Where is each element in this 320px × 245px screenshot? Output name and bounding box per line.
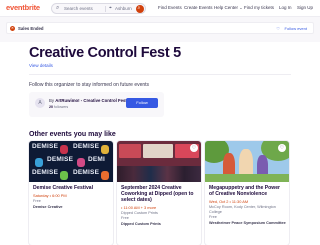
follow-event-link[interactable]: Follow event <box>285 26 307 31</box>
organizer-byline: By ArtRuwimo! - Creative Control Fest <box>49 98 127 103</box>
event-card-date: Saturday • 6:00 PM <box>33 193 67 198</box>
search-bar[interactable]: ⌕ Search events ⌖ Ashburn ⌕ <box>51 3 146 14</box>
event-card-price: Free <box>209 215 217 219</box>
event-card-organizer: Demise Creative <box>33 205 63 209</box>
event-card-venue: McCoy Room, Kody Center, Wilmington Coll… <box>209 205 276 214</box>
section-title: Other events you may like <box>29 131 116 138</box>
nav-find-my-tickets[interactable]: Find my tickets <box>244 5 274 10</box>
view-details-link[interactable]: View details <box>29 63 53 68</box>
search-submit-button[interactable]: ⌕ <box>136 5 144 13</box>
event-card-price: Free <box>33 199 41 203</box>
page-title: Creative Control Fest 5 <box>29 45 181 61</box>
event-card-venue: Dipped Custom Prints <box>121 211 158 215</box>
event-card-image[interactable]: DEMISE DEMISE DEMISE DEMI DEMISE DEMISE <box>29 141 113 182</box>
nav-help-center[interactable]: Help Center ⌄ <box>214 5 243 10</box>
search-divider <box>105 6 106 12</box>
nav-find-events[interactable]: Find Events <box>158 5 182 10</box>
event-card-date: Wed, Oct 2 • 11:30 AM <box>209 199 249 204</box>
event-card-title[interactable]: Demise Creative Festival <box>33 185 110 191</box>
event-card-title[interactable]: Megapuppetry and the Power of Creative N… <box>209 185 286 197</box>
heart-icon[interactable]: ♡ <box>278 144 286 152</box>
followers-count: 20 <box>49 105 53 109</box>
event-card[interactable]: ♡ Megapuppetry and the Power of Creative… <box>205 141 289 245</box>
followers-label: followers <box>54 105 69 109</box>
sales-status-label: Sales Ended <box>18 26 44 31</box>
organizer-follow-prompt: Follow this organizer to stay informed o… <box>29 82 150 88</box>
organizer-name-link[interactable]: ArtRuwimo! - Creative Control Fest <box>55 98 127 103</box>
organizer-avatar[interactable]: A <box>35 98 45 108</box>
nav-help-center-label: Help Center <box>214 5 239 10</box>
nav-create-events[interactable]: Create Events <box>184 5 213 10</box>
event-card-image[interactable] <box>117 141 201 182</box>
follow-organizer-button[interactable]: Follow <box>126 98 158 108</box>
nav-log-in[interactable]: Log In <box>279 5 292 10</box>
search-icon: ⌕ <box>56 5 60 11</box>
chevron-down-icon: ⌄ <box>239 5 243 10</box>
sales-status-card: ✕ Sales Ended ♡ Follow event <box>6 22 314 34</box>
event-card-title[interactable]: September 2024 Creative Coworking at Dip… <box>121 185 198 204</box>
event-card-organizer: Westheimer Peace Symposium Committee <box>209 221 286 225</box>
location-pin-icon: ⌖ <box>109 5 112 11</box>
sales-ended-icon: ✕ <box>10 26 15 31</box>
event-card-image[interactable] <box>205 141 289 182</box>
event-card[interactable]: DEMISE DEMISE DEMISE DEMI DEMISE DEMISE … <box>29 141 113 245</box>
top-nav: eventbrite ⌕ Search events ⌖ Ashburn ⌕ F… <box>0 0 320 17</box>
eventbrite-logo[interactable]: eventbrite <box>6 3 40 12</box>
organizer-card: A By ArtRuwimo! - Creative Control Fest … <box>29 92 164 117</box>
search-input[interactable]: Search events <box>64 6 93 11</box>
location-input[interactable]: Ashburn <box>115 6 132 11</box>
divider <box>29 74 291 75</box>
organizer-by-prefix: By <box>49 98 55 103</box>
event-card[interactable]: ♡ September 2024 Creative Coworking at D… <box>117 141 201 245</box>
heart-icon[interactable]: ♡ <box>190 144 198 152</box>
event-card-price: Free <box>121 216 129 220</box>
organizer-followers: 20 followers <box>49 105 68 109</box>
heart-icon: ♡ <box>276 26 280 31</box>
event-card-date: • 11:00 AM + 3 more <box>121 205 157 210</box>
search-icon: ⌕ <box>137 4 141 11</box>
event-card-organizer: Dipped Custom Prints <box>121 222 161 226</box>
nav-sign-up[interactable]: Sign Up <box>297 5 313 10</box>
